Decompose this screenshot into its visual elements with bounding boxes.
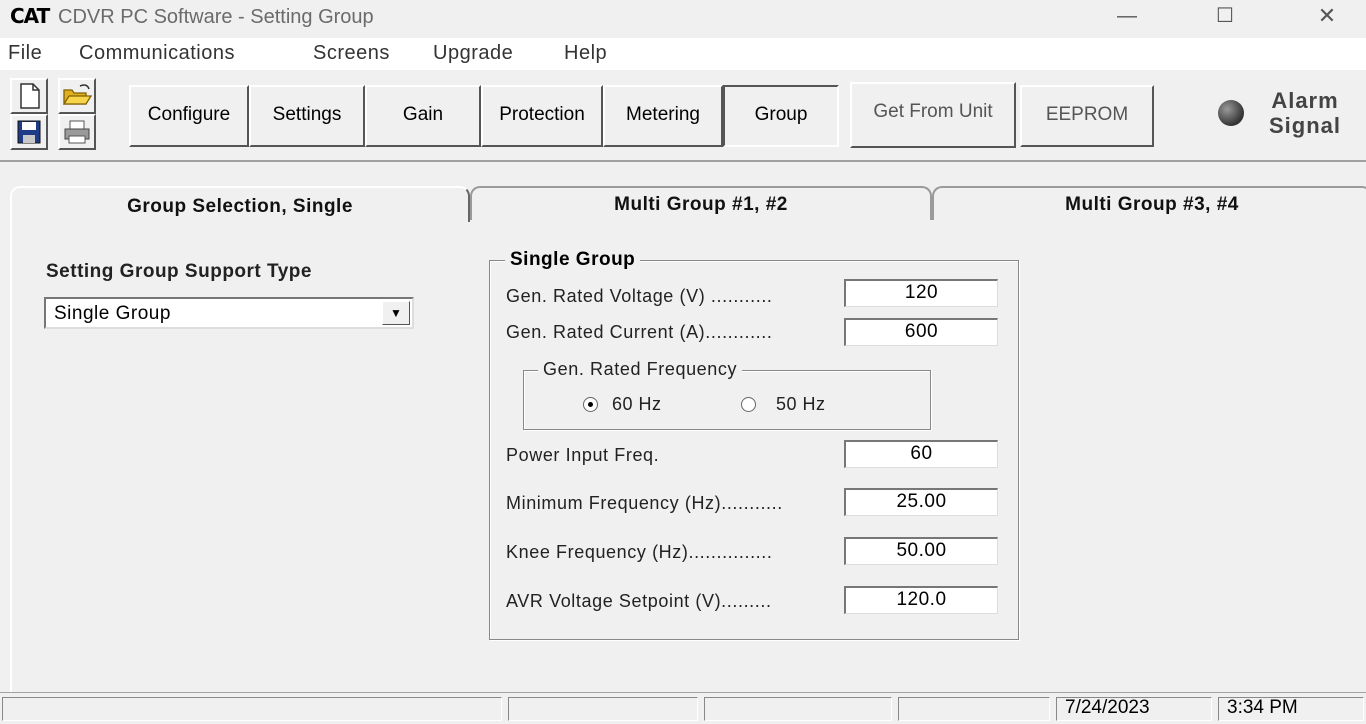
menu-file[interactable]: File xyxy=(8,42,42,65)
support-type-value: Single Group xyxy=(54,303,171,324)
radio-50hz[interactable] xyxy=(741,397,756,412)
dropdown-arrow-icon[interactable]: ▼ xyxy=(382,301,410,325)
status-pane-2 xyxy=(508,697,698,721)
min-frequency-input[interactable]: 25.00 xyxy=(844,488,998,516)
menu-screens[interactable]: Screens xyxy=(313,42,390,65)
status-pane-4 xyxy=(898,697,1050,721)
tab-multi-group-1-2[interactable]: Multi Group #1, #2 xyxy=(470,186,932,220)
power-input-freq-label: Power Input Freq. xyxy=(506,445,660,465)
power-input-freq-input[interactable]: 60 xyxy=(844,440,998,468)
alarm-led-icon xyxy=(1218,100,1244,126)
save-icon xyxy=(17,120,41,144)
knee-frequency-input[interactable]: 50.00 xyxy=(844,537,998,565)
configure-button[interactable]: Configure xyxy=(129,85,249,147)
new-file-icon xyxy=(20,83,40,109)
gain-button[interactable]: Gain xyxy=(365,85,481,147)
eeprom-button[interactable]: EEPROM xyxy=(1020,85,1154,147)
status-pane-3 xyxy=(704,697,892,721)
rated-current-input[interactable]: 600 xyxy=(844,318,998,346)
menu-bar: File Communications Screens Upgrade Help xyxy=(0,38,1366,70)
menu-help[interactable]: Help xyxy=(564,42,607,65)
print-icon xyxy=(64,120,90,144)
avr-setpoint-label: AVR Voltage Setpoint (V)......... xyxy=(506,591,772,611)
min-frequency-label: Minimum Frequency (Hz)........... xyxy=(506,493,783,513)
support-type-dropdown[interactable]: Single Group ▼ xyxy=(44,297,414,329)
status-pane-1 xyxy=(2,697,502,721)
radio-selected-dot-icon xyxy=(588,402,593,407)
knee-frequency-label: Knee Frequency (Hz)............... xyxy=(506,542,773,562)
group-button[interactable]: Group xyxy=(723,85,839,147)
tab-multi-group-3-4[interactable]: Multi Group #3, #4 xyxy=(932,186,1366,220)
window-title: CDVR PC Software - Setting Group xyxy=(58,6,374,28)
tab-group-selection-single[interactable]: Group Selection, Single xyxy=(10,186,470,222)
rated-current-label: Gen. Rated Current (A)............ xyxy=(506,322,773,342)
metering-button[interactable]: Metering xyxy=(603,85,723,147)
title-bar: CAT CDVR PC Software - Setting Group — ☐… xyxy=(0,0,1366,36)
rated-voltage-label: Gen. Rated Voltage (V) ........... xyxy=(506,286,773,306)
open-folder-icon xyxy=(62,84,93,105)
new-file-button[interactable] xyxy=(10,78,48,114)
save-button[interactable] xyxy=(10,114,48,150)
status-bar: 7/24/2023 3:34 PM xyxy=(0,692,1366,724)
radio-60hz-label[interactable]: 60 Hz xyxy=(612,394,662,415)
avr-setpoint-input[interactable]: 120.0 xyxy=(844,586,998,614)
alarm-signal-label: Alarm Signal xyxy=(1268,88,1341,138)
single-group-title: Single Group xyxy=(505,249,641,271)
status-time: 3:34 PM xyxy=(1218,697,1364,721)
rated-frequency-title: Gen. Rated Frequency xyxy=(538,359,743,380)
status-date: 7/24/2023 xyxy=(1056,697,1212,721)
toolbar: Configure Settings Gain Protection Meter… xyxy=(0,72,1366,162)
radio-60hz[interactable] xyxy=(583,397,598,412)
settings-button[interactable]: Settings xyxy=(249,85,365,147)
minimize-button[interactable]: — xyxy=(1092,0,1162,34)
maximize-button[interactable]: ☐ xyxy=(1190,0,1260,34)
close-button[interactable]: ✕ xyxy=(1292,0,1362,34)
print-button[interactable] xyxy=(58,114,96,150)
menu-communications[interactable]: Communications xyxy=(79,42,235,65)
app-logo: CAT xyxy=(10,4,50,28)
get-from-unit-button[interactable]: Get From Unit xyxy=(850,82,1016,148)
open-file-button[interactable] xyxy=(58,78,96,114)
radio-50hz-label[interactable]: 50 Hz xyxy=(776,394,826,415)
support-type-label: Setting Group Support Type xyxy=(46,261,312,282)
menu-upgrade[interactable]: Upgrade xyxy=(433,42,513,65)
rated-voltage-input[interactable]: 120 xyxy=(844,279,998,307)
protection-button[interactable]: Protection xyxy=(481,85,603,147)
